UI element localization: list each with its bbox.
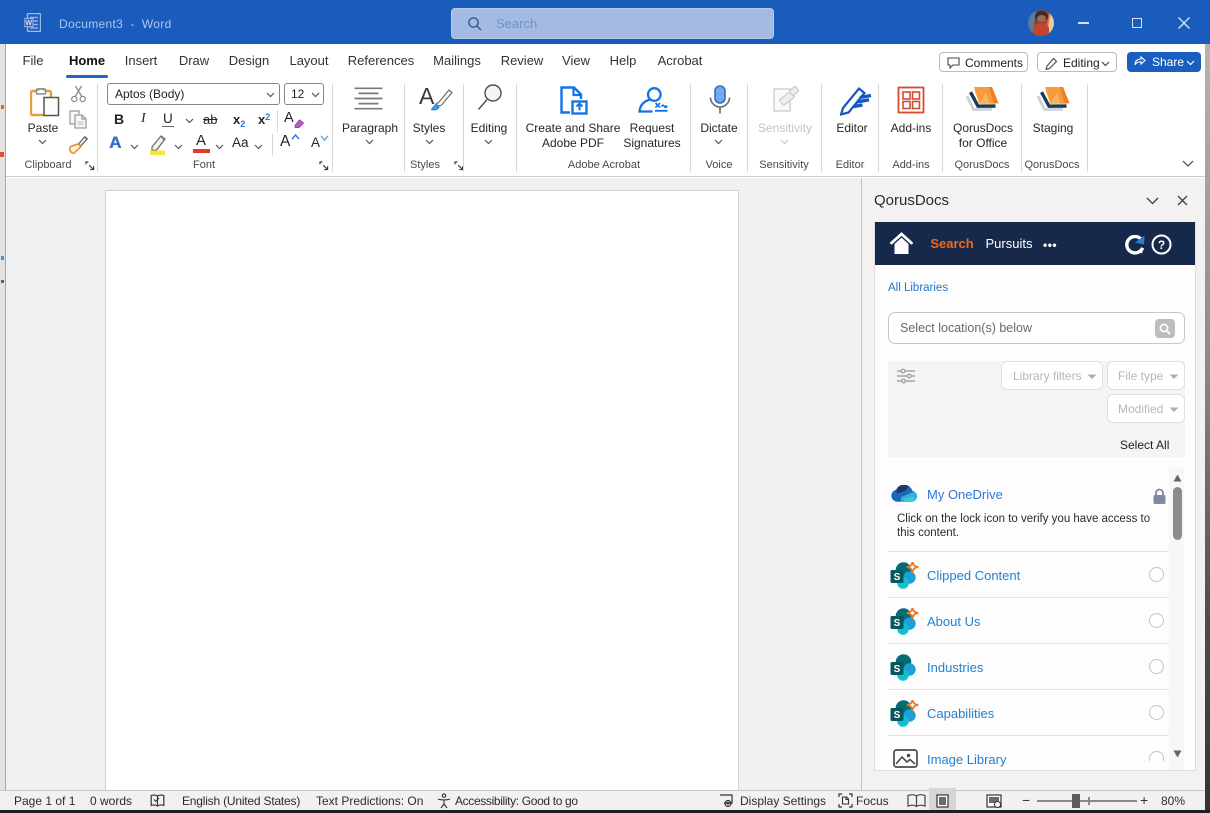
- svg-text:?: ?: [1158, 238, 1165, 252]
- svg-text:W: W: [25, 18, 33, 27]
